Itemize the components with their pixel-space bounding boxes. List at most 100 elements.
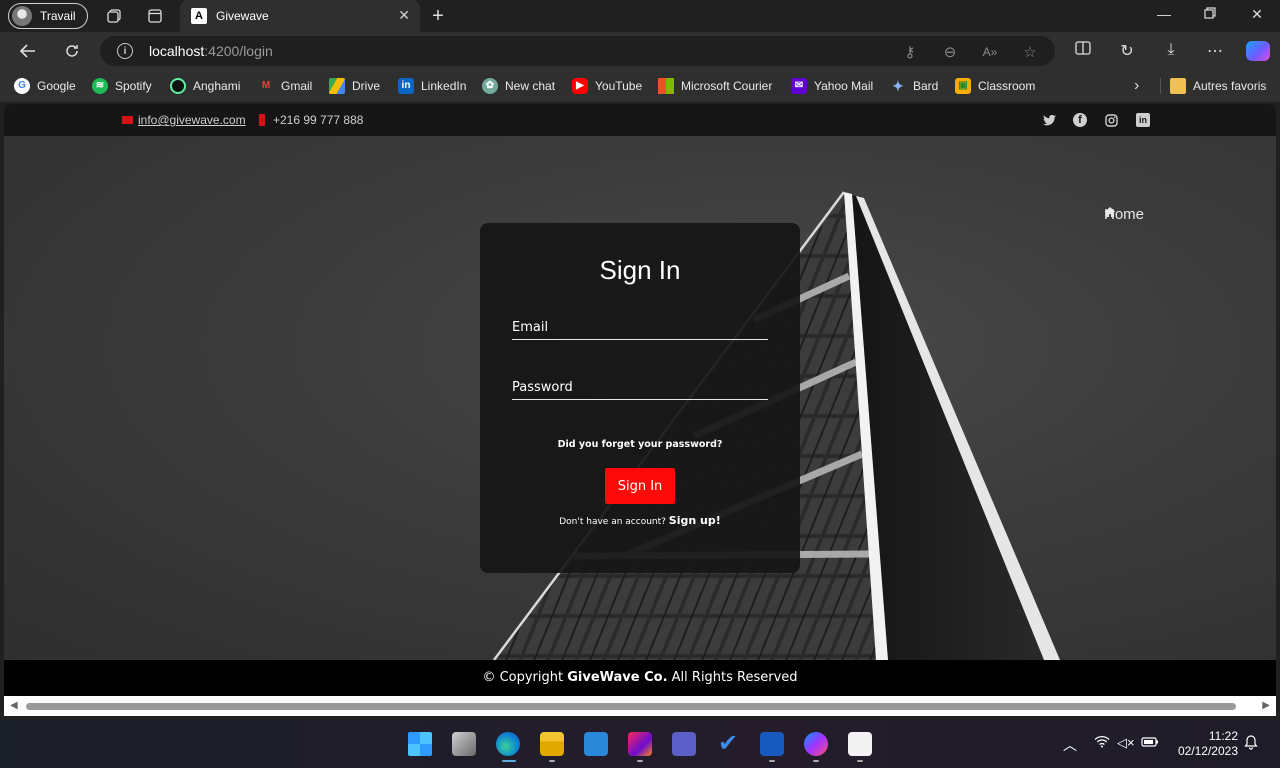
phone-number: +216 99 777 888 [273,113,364,127]
bookmark-microsoft-courier[interactable]: Microsoft Courier [658,78,772,94]
site-info-icon[interactable]: i [117,43,133,59]
twitter-icon[interactable] [1042,113,1056,127]
bookmark-classroom[interactable]: ▣ Classroom [955,78,1035,94]
drive-icon [329,78,345,94]
key-icon[interactable]: ⚷ [900,43,920,61]
yahoo-mail-icon: ✉ [791,78,807,94]
messenger-icon[interactable] [804,732,828,756]
word-indicator [769,760,775,762]
restore-icon[interactable] [1198,6,1222,22]
browser-title-bar: Travail A Givewave ✕ + — ✕ [0,0,1280,32]
windows-taskbar: ✔ ︿ ◁× 11:22 02/12/2023 [0,720,1280,768]
workspaces-icon[interactable] [102,4,126,28]
contact-email: info@givewave.com [122,113,246,127]
clock-date: 02/12/2023 [1177,744,1238,758]
footer-brand: GiveWave Co. [567,670,668,685]
linkedin-social-icon[interactable]: in [1136,113,1150,127]
close-window-icon[interactable]: ✕ [1245,6,1269,23]
edge-active-indicator [502,760,516,762]
classroom-icon: ▣ [955,78,971,94]
facebook-icon[interactable]: f [1073,113,1087,127]
instagram-icon[interactable] [1104,113,1118,127]
email-link[interactable]: info@givewave.com [138,113,246,127]
site-footer: © Copyright GiveWave Co. All Rights Rese… [4,660,1276,696]
read-aloud-icon[interactable]: A» [980,45,1000,59]
scroll-left-icon[interactable]: ◀ [10,700,18,711]
todo-icon[interactable]: ✔ [716,732,740,756]
sign-in-button[interactable]: Sign In [605,468,675,504]
task-view-icon[interactable] [452,732,476,756]
clock-time: 11:22 [1208,729,1238,743]
teams-icon[interactable] [672,732,696,756]
wifi-icon[interactable] [1094,735,1110,751]
password-field[interactable]: Password [512,380,768,400]
bookmark-gmail[interactable]: M Gmail [258,78,313,94]
back-icon[interactable] [15,39,41,63]
folder-icon [1170,78,1186,94]
scroll-right-icon[interactable]: ▶ [1262,700,1270,711]
intellij-icon[interactable] [628,732,652,756]
address-bar[interactable]: i localhost:4200/login ⚷ ⊖ A» ☆ [100,36,1055,66]
linkedin-icon: in [398,78,414,94]
other-favorites-folder[interactable]: Autres favoris [1170,78,1266,94]
bookmarks-divider [1160,78,1161,94]
tray-overflow-chevron-icon[interactable]: ︿ [1063,735,1077,755]
sign-up-link[interactable]: Sign up! [669,514,721,527]
downloads-icon[interactable]: ⤓ [1160,41,1182,59]
profile-button[interactable]: Travail [8,3,88,29]
close-tab-icon[interactable]: ✕ [398,7,410,24]
home-icon [1104,207,1116,217]
google-icon: G [14,78,30,94]
bookmark-bard[interactable]: ✦ Bard [890,78,938,94]
split-screen-icon[interactable] [1072,41,1094,60]
scrollbar-thumb[interactable] [26,703,1236,710]
bookmark-yahoo-mail[interactable]: ✉ Yahoo Mail [791,78,873,94]
edge-icon[interactable] [496,732,520,756]
url-text[interactable]: localhost:4200/login [149,43,273,59]
microsoft-icon [658,78,674,94]
horizontal-scrollbar[interactable]: ◀ ▶ [4,696,1276,716]
envelope-icon [122,116,133,124]
mail-icon[interactable] [584,732,608,756]
bookmark-google[interactable]: G Google [14,78,76,94]
system-clock[interactable]: 11:22 02/12/2023 [1172,729,1238,759]
anghami-icon [170,78,186,94]
minimize-icon[interactable]: — [1152,6,1176,22]
nav-home-link[interactable]: Home [1104,206,1144,223]
hero-background: Home Sign In Email Password Did you forg… [4,136,1276,660]
battery-icon[interactable] [1141,735,1159,751]
history-icon[interactable]: ↻ [1116,41,1138,61]
copilot-icon[interactable] [1246,41,1270,61]
volume-muted-icon[interactable]: ◁× [1117,735,1135,751]
tab-actions-icon[interactable] [143,4,167,28]
snipping-tool-icon[interactable] [848,732,872,756]
bookmark-linkedin[interactable]: in LinkedIn [398,78,466,94]
bookmarks-overflow-chevron-icon[interactable]: › [1134,77,1139,95]
password-field-label: Password [512,380,573,395]
angular-icon: A [191,8,207,24]
browser-toolbar: i localhost:4200/login ⚷ ⊖ A» ☆ ↻ ⤓ ⋯ [0,32,1280,70]
email-field[interactable]: Email [512,320,768,340]
word-icon[interactable] [760,732,784,756]
login-card: Sign In Email Password Did you forget yo… [480,223,800,573]
notifications-bell-icon[interactable] [1244,735,1258,753]
bookmark-spotify[interactable]: ≋ Spotify [92,78,152,94]
bookmark-new-chat[interactable]: ✿ New chat [482,78,555,94]
phone-icon [259,114,265,126]
bookmark-anghami[interactable]: Anghami [170,78,240,94]
forgot-password-link[interactable]: Did you forget your password? [480,439,800,450]
start-icon[interactable] [408,732,432,756]
bookmark-youtube[interactable]: ▶ YouTube [572,78,642,94]
refresh-icon[interactable] [59,39,85,63]
new-tab-icon[interactable]: + [426,4,450,28]
tab-givewave[interactable]: A Givewave ✕ [180,0,420,32]
file-explorer-icon[interactable] [540,732,564,756]
favorite-star-icon[interactable]: ☆ [1020,43,1040,61]
bookmark-drive[interactable]: Drive [329,78,380,94]
email-field-label: Email [512,320,549,335]
more-menu-icon[interactable]: ⋯ [1204,41,1226,61]
youtube-icon: ▶ [572,78,588,94]
contact-phone: +216 99 777 888 [259,113,363,127]
zoom-out-icon[interactable]: ⊖ [940,43,960,61]
chatgpt-icon: ✿ [482,78,498,94]
